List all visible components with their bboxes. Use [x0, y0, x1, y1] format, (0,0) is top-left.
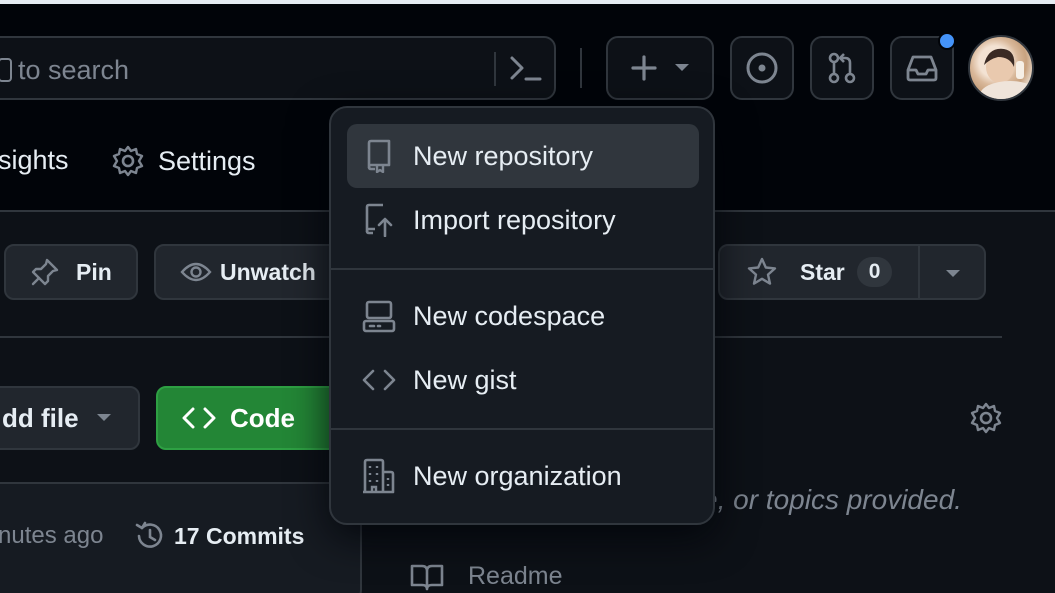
add-file-button[interactable]: dd file [0, 386, 140, 450]
issue-opened-icon [745, 51, 779, 85]
search-placeholder: to search [18, 55, 130, 85]
readme-link[interactable]: Readme [410, 562, 563, 591]
tab-settings[interactable]: Settings [112, 145, 256, 177]
menu-item-label: New codespace [413, 300, 606, 331]
code-icon [361, 362, 397, 398]
header-separator [580, 48, 582, 88]
search-input[interactable]: to search [0, 36, 556, 100]
unwatch-button[interactable]: Unwatch [154, 244, 344, 300]
book-icon [410, 563, 444, 591]
menu-item-new-codespace[interactable]: New codespace [347, 284, 699, 348]
repo-icon [361, 138, 397, 174]
menu-item-label: New gist [413, 364, 517, 395]
unread-notification-dot [938, 32, 956, 50]
git-pull-request-icon [825, 51, 859, 85]
repo-push-icon [361, 202, 397, 238]
star-count: 0 [856, 257, 893, 287]
menu-item-new-gist[interactable]: New gist [347, 348, 699, 412]
inbox-icon [905, 53, 939, 83]
menu-item-label: Import repository [413, 204, 616, 235]
add-file-label: dd file [2, 402, 79, 433]
commits-count: 17 Commits [174, 522, 305, 549]
tab-insights[interactable]: sights [0, 145, 69, 176]
menu-divider [331, 428, 713, 430]
create-new-button[interactable] [606, 36, 714, 100]
star-dropdown-icon[interactable] [944, 268, 962, 280]
pin-button[interactable]: Pin [4, 244, 138, 300]
pin-icon [30, 257, 60, 287]
readme-label: Readme [468, 562, 563, 590]
triangle-down-icon [673, 62, 691, 74]
menu-item-label: New organization [413, 460, 622, 491]
star-icon [746, 256, 778, 288]
eye-icon [180, 260, 212, 284]
organization-icon [361, 458, 397, 494]
tab-insights-label: sights [0, 145, 69, 175]
star-button[interactable]: Star 0 [718, 244, 986, 300]
history-icon [134, 520, 166, 552]
about-description: e, or topics provided. [702, 484, 962, 515]
pull-requests-button[interactable] [810, 36, 874, 100]
create-new-menu: New repository Import repository New cod… [329, 106, 715, 525]
star-split-divider [918, 246, 920, 298]
triangle-down-icon [95, 412, 113, 424]
menu-item-new-repository[interactable]: New repository [347, 124, 699, 188]
menu-item-import-repository[interactable]: Import repository [347, 188, 699, 252]
code-button[interactable]: Code [156, 386, 356, 450]
star-label: Star [800, 258, 845, 285]
user-avatar[interactable] [968, 35, 1034, 101]
about-settings-gear-icon[interactable] [970, 402, 1002, 434]
commits-link[interactable]: 17 Commits [134, 520, 304, 552]
issues-button[interactable] [730, 36, 794, 100]
unwatch-label: Unwatch [220, 258, 316, 285]
slash-key-hint [0, 58, 12, 82]
menu-item-new-organization[interactable]: New organization [347, 444, 699, 508]
pin-label: Pin [76, 258, 112, 285]
tab-settings-label: Settings [158, 145, 256, 176]
gear-icon [112, 145, 144, 177]
codespaces-icon [361, 298, 397, 334]
code-icon [182, 406, 216, 430]
menu-item-label: New repository [413, 140, 594, 171]
plus-icon [629, 53, 659, 83]
menu-divider [331, 268, 713, 270]
command-palette-icon[interactable] [508, 52, 544, 86]
commit-time: nutes ago [0, 522, 104, 549]
search-divider [494, 52, 496, 86]
code-label: Code [230, 402, 295, 433]
